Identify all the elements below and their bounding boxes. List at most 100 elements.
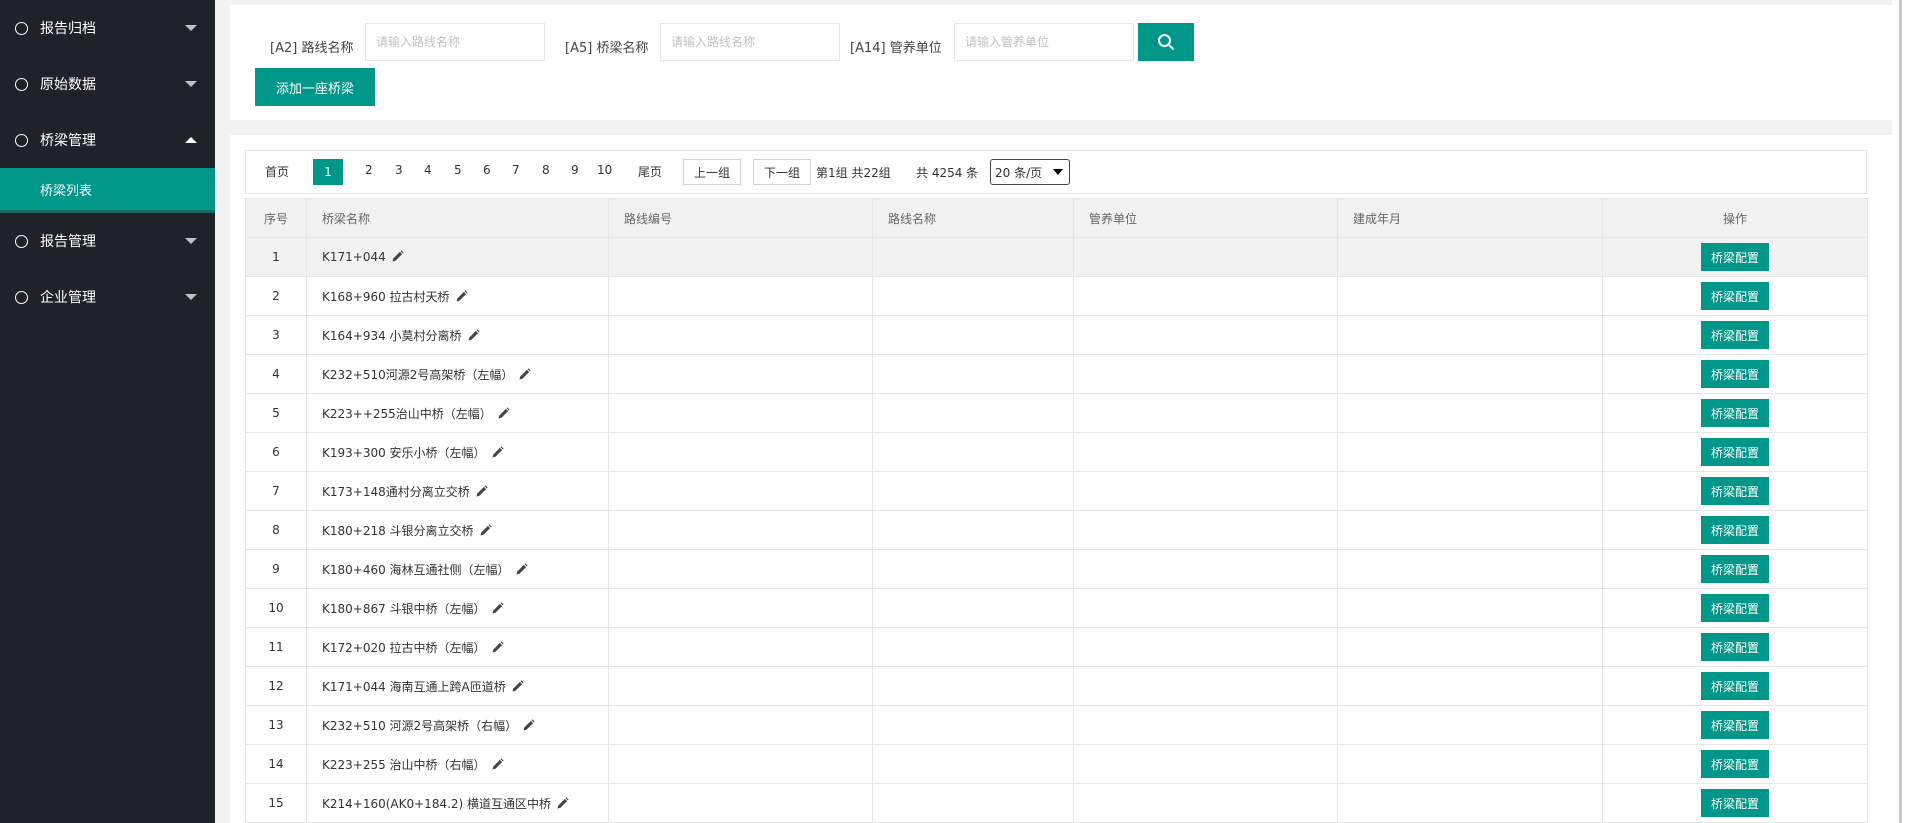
edit-icon[interactable] xyxy=(491,445,504,459)
bridge-config-button[interactable]: 桥梁配置 xyxy=(1701,789,1769,817)
page-4[interactable]: 4 xyxy=(424,163,432,177)
edit-icon[interactable] xyxy=(497,406,510,420)
scrollbar-thumb[interactable] xyxy=(1899,0,1902,823)
edit-icon[interactable] xyxy=(556,796,569,810)
action-cell: 桥梁配置 xyxy=(1602,471,1868,511)
bridge-name: K171+044 海南互通上跨A匝道桥 xyxy=(322,679,506,694)
bridge-name-input[interactable] xyxy=(660,23,840,61)
bridge-config-button[interactable]: 桥梁配置 xyxy=(1701,477,1769,505)
bridge-name: K180+218 斗银分离立交桥 xyxy=(322,523,474,538)
bridge-name: K214+160(AK0+184.2) 横道互通区中桥 xyxy=(322,796,552,811)
action-cell: 桥梁配置 xyxy=(1602,588,1868,628)
bridge-name-cell: K168+960 拉古村天桥 xyxy=(306,276,609,316)
nav-enterprise-management[interactable]: 企业管理 xyxy=(0,269,215,325)
edit-icon[interactable] xyxy=(455,289,468,303)
bridge-config-button[interactable]: 桥梁配置 xyxy=(1701,750,1769,778)
bridge-name: K180+867 斗银中桥（左幅） xyxy=(322,601,486,616)
edit-icon[interactable] xyxy=(391,250,404,263)
first-page-link[interactable]: 首页 xyxy=(265,163,289,180)
unit-input[interactable] xyxy=(954,23,1134,61)
row-index: 10 xyxy=(245,588,307,628)
action-cell: 桥梁配置 xyxy=(1602,705,1868,745)
page-6[interactable]: 6 xyxy=(483,163,491,177)
page-9[interactable]: 9 xyxy=(571,163,579,177)
route-name-input[interactable] xyxy=(365,23,545,61)
action-cell: 桥梁配置 xyxy=(1602,237,1868,277)
action-cell: 桥梁配置 xyxy=(1602,315,1868,355)
edit-icon[interactable] xyxy=(491,601,504,615)
nav-raw-data[interactable]: 原始数据 xyxy=(0,56,215,112)
edit-icon[interactable] xyxy=(515,562,528,576)
col-built-date: 建成年月 xyxy=(1337,198,1603,238)
table-row: 13 K232+510 河源2号高架桥（右幅） 桥梁配置 xyxy=(245,705,1868,745)
bridge-name-cell: K193+300 安乐小桥（左幅） xyxy=(306,432,609,472)
route-code-cell xyxy=(608,744,873,784)
route-name-cell xyxy=(872,471,1074,511)
unit-cell xyxy=(1073,588,1338,628)
bridge-config-button[interactable]: 桥梁配置 xyxy=(1701,711,1769,739)
page-7[interactable]: 7 xyxy=(512,163,520,177)
unit-cell xyxy=(1073,393,1338,433)
caret-down-icon xyxy=(185,25,197,31)
table-row: 8 K180+218 斗银分离立交桥 桥梁配置 xyxy=(245,510,1868,550)
page-10[interactable]: 10 xyxy=(597,163,612,177)
edit-icon[interactable] xyxy=(518,367,531,381)
bridge-config-button[interactable]: 桥梁配置 xyxy=(1701,672,1769,700)
edit-icon[interactable] xyxy=(491,757,504,771)
edit-icon[interactable] xyxy=(479,523,492,537)
route-code-cell xyxy=(608,549,873,589)
search-button[interactable] xyxy=(1138,23,1194,61)
nav-report-management[interactable]: 报告管理 xyxy=(0,213,215,269)
next-group-button[interactable]: 下一组 xyxy=(753,159,811,185)
edit-icon[interactable] xyxy=(467,328,480,342)
built-date-cell xyxy=(1337,510,1603,550)
page-2[interactable]: 2 xyxy=(365,163,373,177)
edit-icon[interactable] xyxy=(491,640,504,654)
circle-icon xyxy=(15,21,28,35)
route-name-cell xyxy=(872,588,1074,628)
bridge-config-button[interactable]: 桥梁配置 xyxy=(1701,438,1769,466)
built-date-cell xyxy=(1337,549,1603,589)
bridge-config-button[interactable]: 桥梁配置 xyxy=(1701,516,1769,544)
nav-label: 报告归档 xyxy=(40,21,96,37)
col-index: 序号 xyxy=(245,198,307,238)
page-3[interactable]: 3 xyxy=(395,163,403,177)
page-5[interactable]: 5 xyxy=(454,163,462,177)
nav-report-archive[interactable]: 报告归档 xyxy=(0,0,215,56)
edit-icon[interactable] xyxy=(475,484,488,498)
row-index: 5 xyxy=(245,393,307,433)
last-page-link[interactable]: 尾页 xyxy=(638,163,662,180)
route-code-cell xyxy=(608,705,873,745)
nav-bridge-list[interactable]: 桥梁列表 xyxy=(0,168,215,213)
page-size-select[interactable]: 20 条/页 xyxy=(990,159,1070,185)
col-route-code: 路线编号 xyxy=(608,198,873,238)
action-cell: 桥梁配置 xyxy=(1602,666,1868,706)
edit-icon[interactable] xyxy=(522,718,535,732)
bridge-name-cell: K223+255 治山中桥（右幅） xyxy=(306,744,609,784)
unit-cell xyxy=(1073,744,1338,784)
edit-icon[interactable] xyxy=(511,679,524,693)
caret-down-icon xyxy=(185,81,197,87)
prev-group-button[interactable]: 上一组 xyxy=(683,159,741,185)
nav-bridge-management[interactable]: 桥梁管理 xyxy=(0,112,215,168)
page-8[interactable]: 8 xyxy=(542,163,550,177)
circle-icon xyxy=(15,77,28,91)
bridge-name: K223+255 治山中桥（右幅） xyxy=(322,757,486,772)
row-index: 15 xyxy=(245,783,307,823)
action-cell: 桥梁配置 xyxy=(1602,744,1868,784)
nav-label: 企业管理 xyxy=(40,290,96,306)
bridge-config-button[interactable]: 桥梁配置 xyxy=(1701,243,1769,271)
page-size-value: 20 条/页 xyxy=(995,165,1043,180)
bridge-config-button[interactable]: 桥梁配置 xyxy=(1701,399,1769,427)
route-code-cell xyxy=(608,315,873,355)
bridge-config-button[interactable]: 桥梁配置 xyxy=(1701,321,1769,349)
bridge-config-button[interactable]: 桥梁配置 xyxy=(1701,555,1769,583)
bridge-config-button[interactable]: 桥梁配置 xyxy=(1701,282,1769,310)
table-row: 15 K214+160(AK0+184.2) 横道互通区中桥 桥梁配置 xyxy=(245,783,1868,823)
bridge-name-cell: K171+044 海南互通上跨A匝道桥 xyxy=(306,666,609,706)
add-bridge-button[interactable]: 添加一座桥梁 xyxy=(255,68,375,106)
page-1[interactable]: 1 xyxy=(313,159,343,185)
bridge-config-button[interactable]: 桥梁配置 xyxy=(1701,594,1769,622)
bridge-config-button[interactable]: 桥梁配置 xyxy=(1701,360,1769,388)
bridge-config-button[interactable]: 桥梁配置 xyxy=(1701,633,1769,661)
